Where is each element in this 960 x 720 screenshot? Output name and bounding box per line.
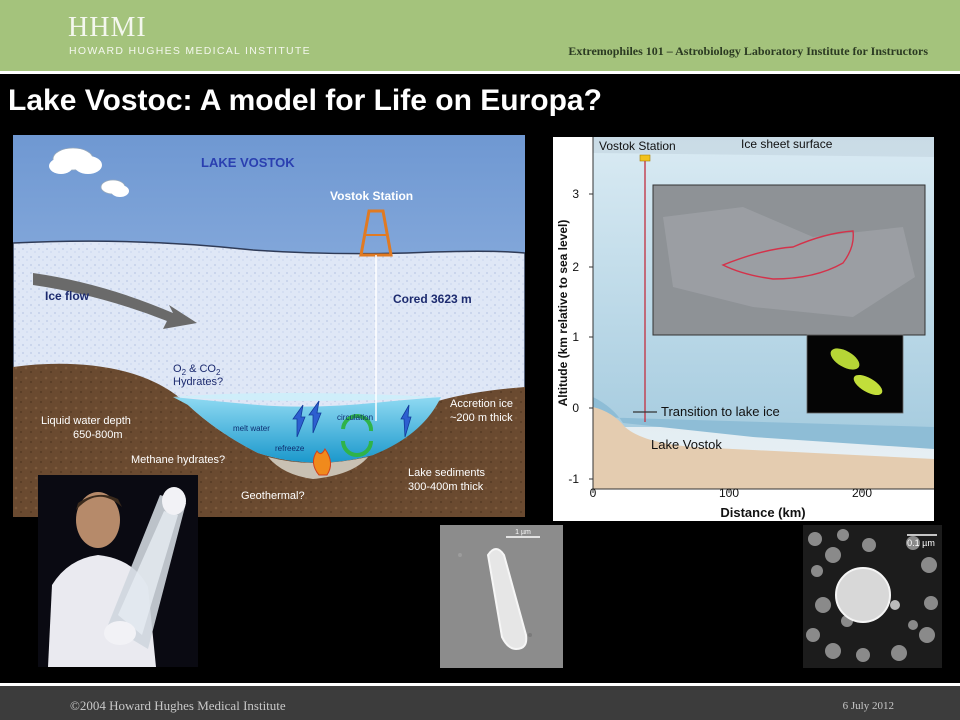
x-tick: 100 (719, 486, 739, 500)
fluorescence-image (806, 334, 904, 414)
ice-profile-figure: 3 2 1 0 -1 0 100 200 Distance (km) Altit… (553, 137, 934, 521)
accretion-thickness: ~200 m thick (450, 412, 513, 424)
ice-sheet-surface-label: Ice sheet surface (741, 137, 833, 151)
y-axis-label: Altitude (km relative to sea level) (556, 220, 570, 407)
refreeze-label: refreeze (275, 444, 305, 453)
course-title: Extremophiles 101 – Astrobiology Laborat… (568, 44, 928, 58)
scale-bar-label: 0.1 µm (907, 538, 935, 548)
y-tick: 1 (572, 330, 579, 344)
melt-water-label: melt water (233, 424, 270, 433)
methane-label: Methane hydrates? (131, 454, 225, 466)
slide-title: Lake Vostoc: A model for Life on Europa? (8, 84, 602, 117)
header-bar: HHMI HOWARD HUGHES MEDICAL INSTITUTE Ext… (0, 0, 960, 71)
x-tick: 0 (590, 486, 597, 500)
y-tick: 3 (572, 187, 579, 201)
scale-bar-label: 1 µm (515, 529, 531, 536)
hydrates-label-line2: Hydrates? (173, 376, 223, 388)
copyright-text: ©2004 Howard Hughes Medical Institute (70, 698, 286, 713)
vostok-station-label: Vostok Station (330, 189, 413, 203)
geothermal-flame-icon (313, 448, 331, 476)
hhmi-logo: HHMI (68, 12, 147, 43)
hydrates-label: O2 & CO2 (173, 363, 221, 377)
sediments-thickness: 300-400m thick (408, 481, 484, 493)
y-tick: 2 (572, 260, 579, 274)
liquid-depth-label: Liquid water depth (41, 415, 131, 427)
sediments-label: Lake sediments (408, 467, 486, 479)
slide-date: 6 July 2012 (842, 700, 894, 712)
hhmi-logo-subtitle: HOWARD HUGHES MEDICAL INSTITUTE (69, 45, 311, 57)
accretion-label: Accretion ice (450, 398, 513, 410)
transition-label: Transition to lake ice (661, 404, 780, 419)
x-tick: 200 (852, 486, 872, 500)
circulation-label: circulation (337, 413, 373, 422)
geothermal-label: Geothermal? (241, 490, 305, 502)
header-divider (0, 71, 960, 74)
liquid-depth-value: 650-800m (73, 429, 123, 441)
lake-vostok-diagram: LAKE VOSTOK Vostok Station Ice flow Core… (13, 135, 525, 517)
y-tick: -1 (568, 472, 579, 486)
diagram-title: LAKE VOSTOK (201, 155, 295, 170)
ice-flow-label: Ice flow (45, 289, 90, 303)
lake-vostok-label: Lake Vostok (651, 437, 722, 452)
bacterium-micrograph-rod: 1 µm (440, 525, 563, 668)
cored-label: Cored 3623 m (393, 292, 472, 306)
vostok-station-label: Vostok Station (599, 139, 676, 153)
y-tick: 0 (572, 401, 579, 415)
researcher-photo (38, 475, 198, 667)
bacterium-micrograph-coccus: 0.1 µm (803, 525, 942, 668)
x-axis-label: Distance (km) (720, 505, 805, 520)
footer-bar: ©2004 Howard Hughes Medical Institute 6 … (0, 686, 960, 720)
